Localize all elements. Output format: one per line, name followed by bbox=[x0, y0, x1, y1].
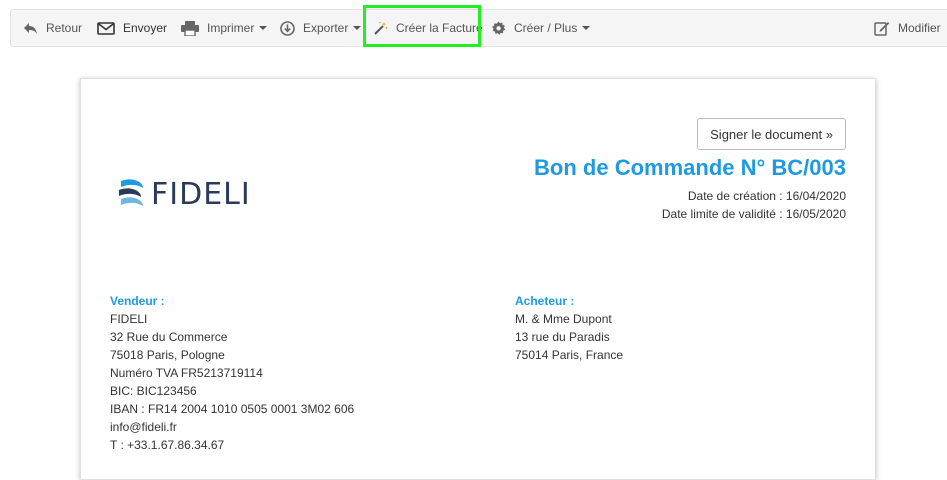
seller-line: BIC: BIC123456 bbox=[110, 384, 197, 398]
edit-button[interactable]: Modifier bbox=[874, 10, 941, 46]
buyer-block: Acheteur : M. & Mme Dupont 13 rue du Par… bbox=[515, 292, 623, 364]
seller-block: Vendeur : FIDELI 32 Rue du Commerce 7501… bbox=[110, 292, 354, 454]
validity-date: Date limite de validité : 16/05/2020 bbox=[661, 207, 846, 221]
seller-line: T : +33.1.67.86.34.67 bbox=[110, 438, 225, 452]
send-button[interactable]: Envoyer bbox=[97, 10, 167, 46]
download-circle-icon bbox=[280, 20, 295, 36]
chevron-down-icon bbox=[582, 26, 591, 30]
create-more-label: Créer / Plus bbox=[514, 21, 578, 35]
seller-title: Vendeur : bbox=[110, 294, 165, 308]
gear-icon bbox=[492, 21, 506, 35]
back-button[interactable]: Retour bbox=[23, 10, 82, 46]
envelope-icon bbox=[97, 21, 115, 35]
edit-icon bbox=[874, 21, 890, 36]
seller-line: Numéro TVA FR5213719114 bbox=[110, 366, 263, 380]
chevron-down-icon bbox=[259, 26, 268, 30]
create-invoice-label: Créer la Facture bbox=[396, 21, 483, 35]
create-more-dropdown[interactable]: Créer / Plus bbox=[491, 10, 591, 46]
magic-wand-icon bbox=[374, 21, 388, 35]
swirl-logo-icon bbox=[119, 179, 143, 206]
sign-document-button[interactable]: Signer le document » bbox=[697, 118, 846, 150]
company-logo: FIDELI bbox=[117, 176, 251, 212]
document-title: Bon de Commande N° BC/003 bbox=[534, 155, 846, 180]
seller-line: 75018 Paris, Pologne bbox=[110, 348, 225, 362]
export-dropdown[interactable]: Exporter bbox=[280, 10, 362, 46]
create-invoice-button[interactable]: Créer la Facture bbox=[373, 10, 483, 46]
printer-icon bbox=[181, 20, 199, 36]
document-page: Signer le document » Bon de Commande N° … bbox=[80, 78, 876, 480]
buyer-line: M. & Mme Dupont bbox=[515, 312, 612, 326]
back-label: Retour bbox=[46, 21, 83, 35]
buyer-title: Acheteur : bbox=[515, 294, 575, 308]
export-label: Exporter bbox=[303, 21, 349, 35]
seller-line: 32 Rue du Commerce bbox=[110, 330, 228, 344]
send-label: Envoyer bbox=[123, 21, 168, 35]
buyer-line: 13 rue du Paradis bbox=[515, 330, 610, 344]
logo-text: FIDELI bbox=[151, 176, 251, 212]
creation-date: Date de création : 16/04/2020 bbox=[687, 189, 846, 203]
print-label: Imprimer bbox=[207, 21, 255, 35]
toolbar: Retour Envoyer Imprimer Exporter Créer l… bbox=[10, 9, 947, 47]
seller-line: info@fideli.fr bbox=[110, 420, 177, 434]
edit-label: Modifier bbox=[898, 21, 941, 35]
seller-line: IBAN : FR14 2004 1010 0505 0001 3M02 606 bbox=[110, 402, 355, 416]
chevron-down-icon bbox=[353, 26, 362, 30]
seller-line: FIDELI bbox=[110, 312, 148, 326]
reply-arrow-icon bbox=[24, 22, 37, 34]
print-dropdown[interactable]: Imprimer bbox=[181, 10, 268, 46]
buyer-line: 75014 Paris, France bbox=[515, 348, 624, 362]
